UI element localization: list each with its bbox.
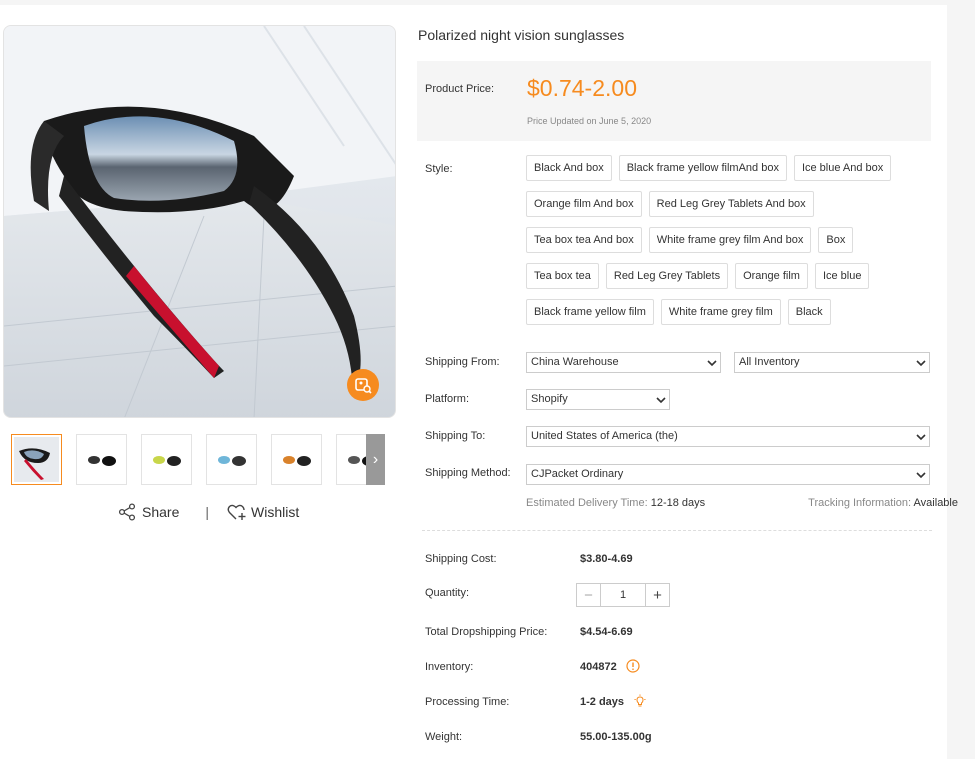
shipping-to-label: Shipping To:: [425, 430, 486, 442]
inventory-value: 404872: [580, 661, 617, 673]
platform-label: Platform:: [425, 393, 470, 405]
style-option[interactable]: Red Leg Grey Tablets And box: [648, 191, 814, 217]
style-option[interactable]: Black And box: [526, 155, 612, 181]
style-option[interactable]: Black frame yellow film: [526, 299, 654, 325]
thumbnail[interactable]: [11, 434, 62, 485]
sunglasses-image: [4, 26, 395, 417]
quantity-increase-button[interactable]: +: [645, 584, 669, 606]
bulb-icon[interactable]: [633, 694, 647, 708]
tracking-info: Tracking Information: Available: [808, 497, 958, 509]
thumbnail[interactable]: [206, 434, 257, 485]
style-option[interactable]: Ice blue And box: [793, 155, 892, 181]
style-option[interactable]: White frame grey film And box: [648, 227, 812, 253]
inventory-label: Inventory:: [425, 661, 474, 673]
style-option[interactable]: White frame grey film: [660, 299, 781, 325]
style-option[interactable]: Orange film And box: [526, 191, 642, 217]
thumbnail-strip: [11, 434, 385, 486]
total-price-label: Total Dropshipping Price:: [425, 626, 548, 638]
info-circle-icon[interactable]: [626, 659, 640, 673]
shipping-method-select[interactable]: CJPacket Ordinary: [526, 464, 930, 485]
share-button[interactable]: Share: [118, 503, 179, 521]
chevron-down-icon: [656, 397, 666, 404]
divider: [422, 530, 932, 531]
tracking-label: Tracking Information:: [808, 497, 912, 509]
product-title: Polarized night vision sunglasses: [418, 27, 625, 43]
shipping-to-value: United States of America (the): [531, 430, 678, 442]
style-option[interactable]: Ice blue: [814, 263, 870, 289]
estimated-delivery-label: Estimated Delivery Time:: [526, 497, 648, 509]
image-search-icon[interactable]: [347, 369, 379, 401]
shipping-cost-value: $3.80-4.69: [580, 553, 633, 565]
chevron-down-icon: [707, 360, 717, 367]
price-box: Product Price: $0.74-2.00 Price Updated …: [417, 61, 931, 141]
wishlist-button[interactable]: Wishlist: [227, 503, 299, 521]
platform-value: Shopify: [531, 393, 568, 405]
share-label: Share: [142, 504, 180, 520]
style-option[interactable]: Black: [787, 299, 831, 325]
main-product-image[interactable]: [3, 25, 396, 418]
shipping-cost-label: Shipping Cost:: [425, 553, 497, 565]
price-updated: Price Updated on June 5, 2020: [527, 116, 652, 126]
estimated-delivery-value: 12-18 days: [650, 497, 706, 509]
style-label: Style:: [425, 163, 453, 175]
shipping-method-value: CJPacket Ordinary: [531, 468, 624, 480]
weight-label: Weight:: [425, 731, 463, 743]
shipping-from-select[interactable]: China Warehouse: [526, 352, 721, 373]
shipping-from-value: China Warehouse: [531, 356, 619, 368]
thumbnail[interactable]: [271, 434, 322, 485]
share-wishlist-row: Share | Wishlist: [118, 501, 299, 523]
estimated-delivery: Estimated Delivery Time: 12-18 days: [526, 497, 705, 509]
price-label: Product Price:: [425, 83, 495, 95]
style-option[interactable]: Red Leg Grey Tablets: [605, 263, 729, 289]
style-option[interactable]: Black frame yellow filmAnd box: [618, 155, 787, 181]
processing-time-value: 1-2 days: [580, 696, 625, 708]
style-option[interactable]: Tea box tea: [526, 263, 599, 289]
chevron-down-icon: [916, 472, 926, 479]
heart-plus-icon: [227, 504, 246, 520]
inventory-select[interactable]: All Inventory: [734, 352, 930, 373]
wishlist-label: Wishlist: [251, 504, 300, 520]
action-separator: |: [205, 504, 209, 520]
chevron-down-icon: [916, 434, 926, 441]
style-option[interactable]: Tea box tea And box: [526, 227, 642, 253]
shipping-from-label: Shipping From:: [425, 356, 500, 368]
share-icon: [118, 503, 136, 521]
thumbnail[interactable]: [76, 434, 127, 485]
quantity-stepper: − 1 +: [576, 583, 670, 607]
quantity-input[interactable]: 1: [601, 584, 645, 606]
shipping-method-label: Shipping Method:: [425, 467, 511, 479]
style-options: Black And box Black frame yellow filmAnd …: [526, 155, 926, 325]
price-value: $0.74-2.00: [527, 75, 637, 101]
shipping-to-select[interactable]: United States of America (the): [526, 426, 930, 447]
quantity-decrease-button[interactable]: −: [577, 584, 601, 606]
style-option[interactable]: Orange film: [735, 263, 808, 289]
thumbnail[interactable]: [141, 434, 192, 485]
tracking-value: Available: [913, 497, 958, 509]
chevron-down-icon: [916, 360, 926, 367]
platform-select[interactable]: Shopify: [526, 389, 670, 410]
inventory-select-value: All Inventory: [739, 356, 800, 368]
style-option[interactable]: Box: [818, 227, 854, 253]
thumbnail-next-arrow[interactable]: ›: [366, 434, 385, 485]
processing-time-label: Processing Time:: [425, 696, 510, 708]
weight-value: 55.00-135.00g: [580, 731, 652, 743]
total-price-value: $4.54-6.69: [580, 626, 633, 638]
quantity-label: Quantity:: [425, 587, 470, 599]
